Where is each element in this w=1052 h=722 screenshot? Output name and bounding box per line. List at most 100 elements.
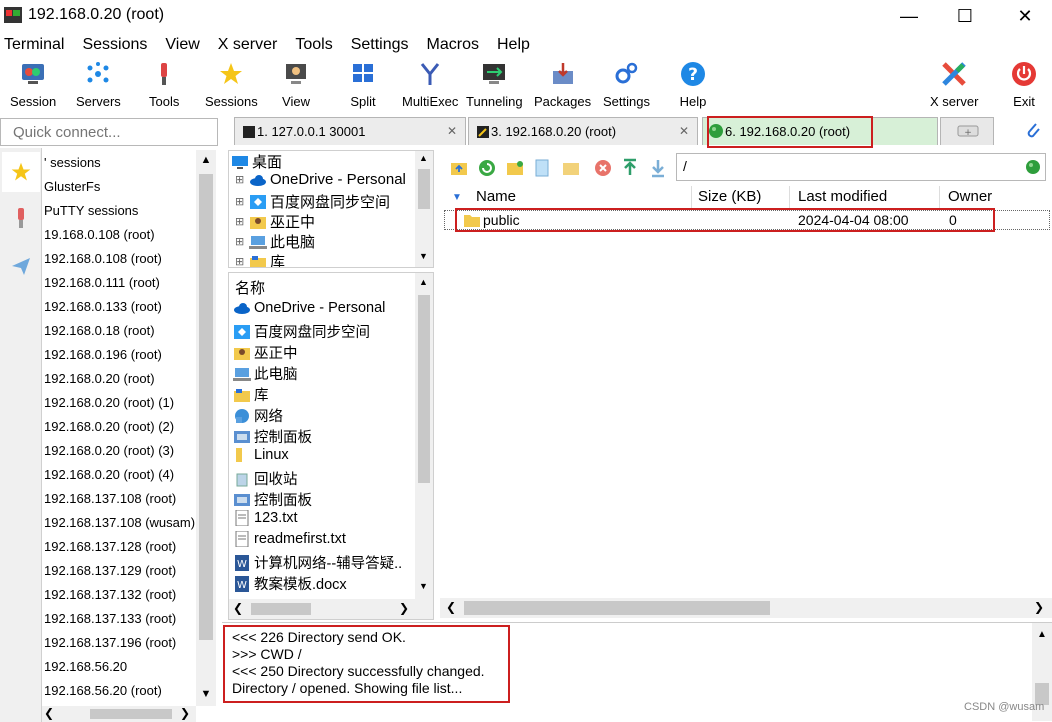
list-item[interactable]: 巫正中 bbox=[233, 342, 298, 363]
session-item[interactable]: 192.168.137.129 (root) bbox=[44, 563, 176, 578]
local-name-header[interactable]: 名称 bbox=[235, 277, 265, 298]
scrollbar-thumb[interactable] bbox=[418, 169, 430, 209]
close-window-button[interactable]: ✕ bbox=[1010, 4, 1040, 28]
session-item[interactable]: 192.168.56.20 bbox=[44, 659, 127, 674]
folder-icon[interactable] bbox=[562, 160, 580, 176]
list-item[interactable]: 123.txt bbox=[233, 510, 298, 526]
tree-item-this-pc[interactable]: ⊞ 此电脑 bbox=[235, 231, 315, 252]
tab-close-icon[interactable]: ✕ bbox=[447, 124, 457, 138]
scroll-down-icon[interactable]: ▼ bbox=[419, 251, 428, 261]
refresh-icon[interactable] bbox=[478, 159, 496, 177]
list-item[interactable]: readmefirst.txt bbox=[233, 531, 346, 547]
sessions-vertical-scrollbar[interactable]: ▲ ▼ bbox=[196, 150, 216, 706]
minimize-button[interactable]: — bbox=[894, 4, 924, 28]
sessions-horizontal-scrollbar[interactable]: ❮ ❯ bbox=[42, 706, 196, 722]
files-horizontal-scrollbar[interactable]: ❮ ❯ bbox=[229, 599, 433, 619]
column-size[interactable]: Size (KB) bbox=[692, 186, 790, 208]
session-item[interactable]: 192.168.0.20 (root) (3) bbox=[44, 443, 174, 458]
session-item[interactable]: 192.168.0.20 (root) bbox=[44, 371, 155, 386]
list-item[interactable]: 此电脑 bbox=[233, 363, 298, 384]
list-item[interactable]: 回收站 bbox=[233, 468, 298, 489]
scroll-down-icon[interactable]: ▼ bbox=[196, 684, 216, 704]
quick-connect-input[interactable] bbox=[0, 118, 218, 146]
session-item[interactable]: 192.168.0.111 (root) bbox=[44, 275, 160, 290]
settings-button[interactable]: Settings bbox=[603, 58, 650, 110]
scrollbar-thumb[interactable] bbox=[464, 601, 770, 615]
session-item[interactable]: ' sessions bbox=[44, 155, 101, 170]
session-item[interactable]: 192.168.137.108 (root) bbox=[44, 491, 176, 506]
new-file-icon[interactable] bbox=[534, 159, 550, 177]
menu-view[interactable]: View bbox=[161, 34, 203, 56]
tab-session-1[interactable]: 1. 127.0.0.1 30001 ✕ bbox=[234, 117, 466, 145]
maximize-button[interactable]: ☐ bbox=[950, 4, 980, 28]
tab-close-icon[interactable]: ✕ bbox=[679, 124, 689, 138]
session-item[interactable]: 192.168.137.196 (root) bbox=[44, 635, 176, 650]
session-item[interactable]: 192.168.0.20 (root) (4) bbox=[44, 467, 174, 482]
sessions-button[interactable]: Sessions bbox=[205, 58, 258, 110]
tab-session-3[interactable]: 3. 192.168.0.20 (root) ✕ bbox=[468, 117, 698, 145]
session-item[interactable]: 192.168.0.18 (root) bbox=[44, 323, 155, 338]
expand-icon[interactable]: ⊞ bbox=[235, 235, 249, 248]
exit-button[interactable]: Exit bbox=[1010, 58, 1038, 110]
tree-item-library[interactable]: ⊞ 库 bbox=[235, 251, 285, 267]
new-tab-button[interactable]: + bbox=[940, 117, 994, 145]
scroll-left-icon[interactable]: ❮ bbox=[233, 601, 243, 615]
menu-sessions[interactable]: Sessions bbox=[78, 34, 151, 56]
scroll-left-icon[interactable]: ❮ bbox=[446, 600, 456, 614]
list-item[interactable]: W 教案模板.docx bbox=[233, 573, 347, 594]
expand-icon[interactable]: ⊞ bbox=[235, 195, 249, 208]
scroll-up-icon[interactable]: ▲ bbox=[419, 153, 428, 163]
tools-strip-button[interactable] bbox=[2, 198, 40, 238]
session-item[interactable]: 192.168.0.108 (root) bbox=[44, 251, 162, 266]
tree-item-user[interactable]: ⊞ 巫正中 bbox=[235, 211, 315, 232]
session-item[interactable]: 192.168.0.133 (root) bbox=[44, 299, 162, 314]
attachment-icon[interactable] bbox=[1024, 120, 1042, 140]
scrollbar-thumb[interactable] bbox=[251, 603, 311, 615]
split-button[interactable]: Split bbox=[349, 58, 377, 110]
list-item[interactable]: 库 bbox=[233, 384, 269, 405]
session-item[interactable]: GlusterFs bbox=[44, 179, 100, 194]
follow-terminal-icon[interactable] bbox=[1025, 159, 1041, 175]
scroll-left-icon[interactable]: ❮ bbox=[44, 706, 54, 720]
tree-item-baidu[interactable]: ⊞ 百度网盘同步空间 bbox=[235, 191, 390, 212]
expand-icon[interactable]: ⊞ bbox=[235, 173, 249, 186]
tree-vertical-scrollbar[interactable]: ▲ ▼ bbox=[415, 151, 433, 267]
scrollbar-thumb[interactable] bbox=[199, 174, 213, 640]
parent-folder-icon[interactable] bbox=[450, 160, 468, 176]
column-name[interactable]: Name bbox=[470, 186, 692, 208]
tools-button[interactable]: Tools bbox=[149, 58, 179, 110]
session-item[interactable]: 192.168.137.132 (root) bbox=[44, 587, 176, 602]
download-icon[interactable] bbox=[650, 158, 666, 178]
session-item[interactable]: 192.168.0.20 (root) (2) bbox=[44, 419, 174, 434]
sessions-strip-button[interactable] bbox=[2, 152, 40, 192]
upload-icon[interactable] bbox=[622, 158, 638, 178]
session-item[interactable]: PuTTY sessions bbox=[44, 203, 138, 218]
scroll-right-icon[interactable]: ❯ bbox=[399, 601, 409, 615]
help-button[interactable]: ? Help bbox=[679, 58, 707, 110]
remote-path-input[interactable]: / bbox=[676, 153, 1046, 181]
list-item[interactable]: 百度网盘同步空间 bbox=[233, 321, 370, 342]
view-button[interactable]: View bbox=[282, 58, 310, 110]
multiexec-button[interactable]: MultiExec bbox=[402, 58, 458, 110]
macros-strip-button[interactable] bbox=[2, 246, 40, 286]
scrollbar-thumb[interactable] bbox=[418, 295, 430, 483]
session-item[interactable]: 192.168.137.128 (root) bbox=[44, 539, 176, 554]
scroll-right-icon[interactable]: ❯ bbox=[180, 706, 190, 720]
tree-item-onedrive[interactable]: ⊞ OneDrive - Personal bbox=[235, 171, 406, 188]
scroll-up-icon[interactable]: ▲ bbox=[1037, 629, 1047, 640]
menu-macros[interactable]: Macros bbox=[423, 34, 483, 56]
new-folder-icon[interactable] bbox=[506, 160, 524, 176]
files-vertical-scrollbar[interactable]: ▲ ▼ bbox=[415, 273, 433, 599]
list-item[interactable]: 网络 bbox=[233, 405, 283, 426]
session-item[interactable]: 192.168.56.20 (root) bbox=[44, 683, 162, 698]
session-button[interactable]: Session bbox=[10, 58, 56, 110]
column-owner[interactable]: Owner bbox=[942, 186, 1050, 208]
menu-tools[interactable]: Tools bbox=[291, 34, 336, 56]
session-item[interactable]: 192.168.0.196 (root) bbox=[44, 347, 162, 362]
scroll-up-icon[interactable]: ▲ bbox=[196, 150, 216, 170]
list-item[interactable]: W 计算机网络--辅导答疑.. bbox=[233, 552, 402, 573]
expand-icon[interactable]: ⊞ bbox=[235, 255, 249, 267]
session-item[interactable]: 19.168.0.108 (root) bbox=[44, 227, 155, 242]
menu-terminal[interactable]: Terminal bbox=[0, 34, 68, 56]
menu-x-server[interactable]: X server bbox=[214, 34, 282, 56]
